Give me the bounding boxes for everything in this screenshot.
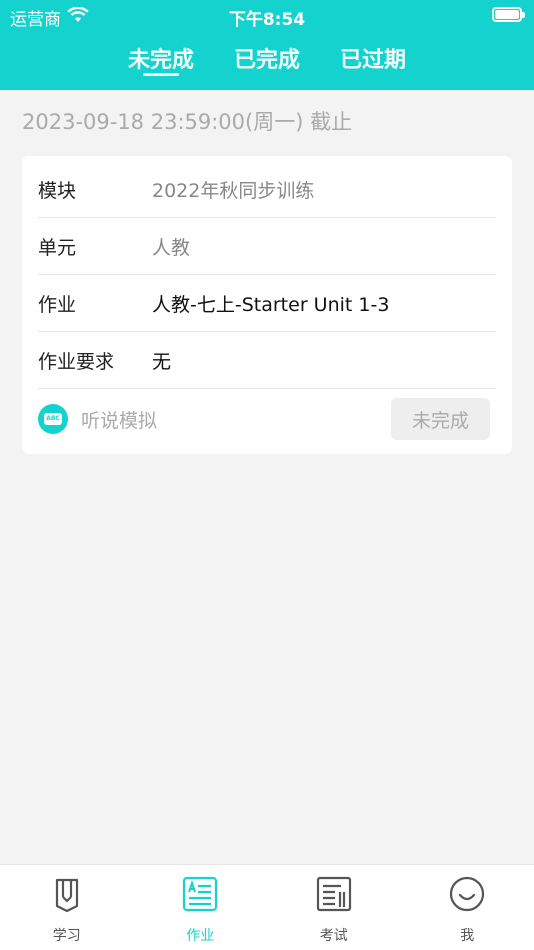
row-label: 作业要求 <box>38 350 115 373</box>
homework-icon <box>181 875 219 917</box>
tab-completed[interactable]: 已完成 <box>234 34 300 80</box>
homework-card[interactable]: 模块 2022年秋同步训练 单元 人教 作业 人教-七上-Starter Uni… <box>22 156 512 454</box>
row-label: 作业 <box>38 293 77 316</box>
tab-incomplete[interactable]: 未完成 <box>128 34 194 80</box>
row-module: 模块 2022年秋同步训练 <box>38 161 496 218</box>
deadline-text: 2023-09-18 23:59:00(周一) 截止 <box>22 110 353 134</box>
status-bar: 运营商 下午8:54 <box>0 0 534 30</box>
tabbar-item-exam[interactable]: 考试 <box>267 865 401 950</box>
row-unit: 单元 人教 <box>38 218 496 275</box>
homework-type-label: 听说模拟 <box>81 409 158 432</box>
battery-icon <box>492 7 525 22</box>
header: 运营商 下午8:54 未完成 已完成 已过期 <box>0 0 534 90</box>
row-label: 单元 <box>38 236 77 259</box>
tabbar-label: 我 <box>460 928 475 944</box>
clock: 下午8:54 <box>228 10 306 30</box>
abc-icon: ABC <box>38 404 68 434</box>
status-button[interactable]: 未完成 <box>391 398 490 440</box>
exam-icon <box>315 875 353 917</box>
tabbar-item-study[interactable]: 学习 <box>0 865 134 950</box>
tabbar-item-homework[interactable]: 作业 <box>134 865 268 950</box>
tabbar-item-me[interactable]: 我 <box>401 865 534 950</box>
row-value: 人教-七上-Starter Unit 1-3 <box>152 293 390 316</box>
row-homework: 作业 人教-七上-Starter Unit 1-3 <box>38 275 496 332</box>
tabbar-label: 学习 <box>52 928 81 944</box>
row-requirement: 作业要求 无 <box>38 332 496 389</box>
tab-bar-top: 未完成 已完成 已过期 <box>0 34 534 84</box>
tabbar-label: 考试 <box>319 928 348 944</box>
bottom-tab-bar: 学习 作业 考试 我 <box>0 864 534 950</box>
tab-expired[interactable]: 已过期 <box>340 34 406 80</box>
card-footer: ABC 听说模拟 未完成 <box>38 390 496 448</box>
row-value: 无 <box>152 350 172 373</box>
tabbar-label: 作业 <box>186 928 215 944</box>
smile-icon <box>448 875 486 917</box>
book-icon <box>48 875 86 917</box>
row-label: 模块 <box>38 179 77 202</box>
row-value: 人教 <box>152 236 191 259</box>
row-value: 2022年秋同步训练 <box>152 179 315 202</box>
